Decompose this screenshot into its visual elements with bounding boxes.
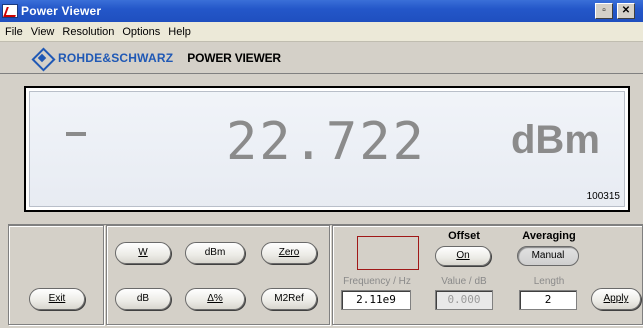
unit-group: W dBm Zero dB Δ% M2Ref: [106, 225, 419, 325]
menu-view[interactable]: View: [28, 26, 60, 38]
delta-percent-button[interactable]: Δ%: [185, 288, 245, 310]
measurement-unit: dBm: [511, 118, 600, 162]
display-frame: 22.722 dBm 100315: [0, 74, 643, 224]
restore-button[interactable]: ▫: [595, 3, 613, 19]
averaging-manual-button[interactable]: Manual: [517, 246, 579, 266]
exit-label: Exit: [48, 293, 66, 304]
close-button[interactable]: ✕: [617, 3, 635, 19]
watt-button[interactable]: W: [115, 242, 171, 264]
averaging-heading: Averaging: [522, 230, 576, 242]
title-bar: Power Viewer ▫ ✕: [0, 0, 643, 22]
length-label: Length: [533, 276, 565, 287]
frequency-field[interactable]: 2.11e9: [341, 290, 411, 310]
company-name: ROHDE&SCHWARZ: [58, 50, 174, 65]
dbm-label: dBm: [204, 247, 226, 258]
window-title: Power Viewer: [21, 4, 102, 18]
apply-label: Apply: [603, 293, 629, 304]
frequency-label: Frequency / Hz: [343, 276, 411, 287]
db-button[interactable]: dB: [115, 288, 171, 310]
menu-resolution[interactable]: Resolution: [59, 26, 119, 38]
product-name: POWER VIEWER: [187, 50, 281, 65]
control-panel: Exit W dBm Zero dB Δ% M2Ref Frequency / …: [8, 224, 643, 328]
menu-options[interactable]: Options: [119, 26, 165, 38]
measurement-sign: [66, 132, 86, 136]
menu-help[interactable]: Help: [165, 26, 196, 38]
offset-on-label: On: [456, 250, 470, 261]
rohde-schwarz-logo-icon: [32, 48, 52, 68]
delta-percent-label: Δ%: [207, 293, 223, 304]
averaging-length-field[interactable]: 2: [519, 290, 577, 310]
m2ref-label: M2Ref: [274, 293, 304, 304]
zero-button[interactable]: Zero: [261, 242, 317, 264]
dbm-button[interactable]: dBm: [185, 242, 245, 264]
menu-bar: File View Resolution Options Help: [0, 22, 643, 42]
settings-group: Frequency / Hz 2.11e9 Offset On Value / …: [332, 225, 643, 325]
brand-bar: ROHDE&SCHWARZ POWER VIEWER: [0, 42, 643, 74]
averaging-manual-label: Manual: [531, 250, 565, 261]
offset-value-field[interactable]: 0.000: [435, 290, 493, 310]
offset-value-label: Value / dB: [441, 276, 487, 287]
exit-group: Exit: [8, 225, 104, 325]
offset-heading: Offset: [448, 230, 480, 242]
measurement-value: 22.722: [226, 112, 426, 172]
offset-on-button[interactable]: On: [435, 246, 491, 266]
app-icon: [2, 4, 18, 18]
measurement-display: 22.722 dBm 100315: [24, 86, 630, 212]
watt-label: W: [138, 247, 148, 258]
zero-label: Zero: [278, 247, 300, 258]
apply-button[interactable]: Apply: [591, 288, 641, 310]
sensor-serial: 100315: [586, 191, 620, 202]
exit-button[interactable]: Exit: [29, 288, 85, 310]
m2ref-button[interactable]: M2Ref: [261, 288, 317, 310]
db-label: dB: [136, 293, 150, 304]
menu-file[interactable]: File: [2, 26, 28, 38]
